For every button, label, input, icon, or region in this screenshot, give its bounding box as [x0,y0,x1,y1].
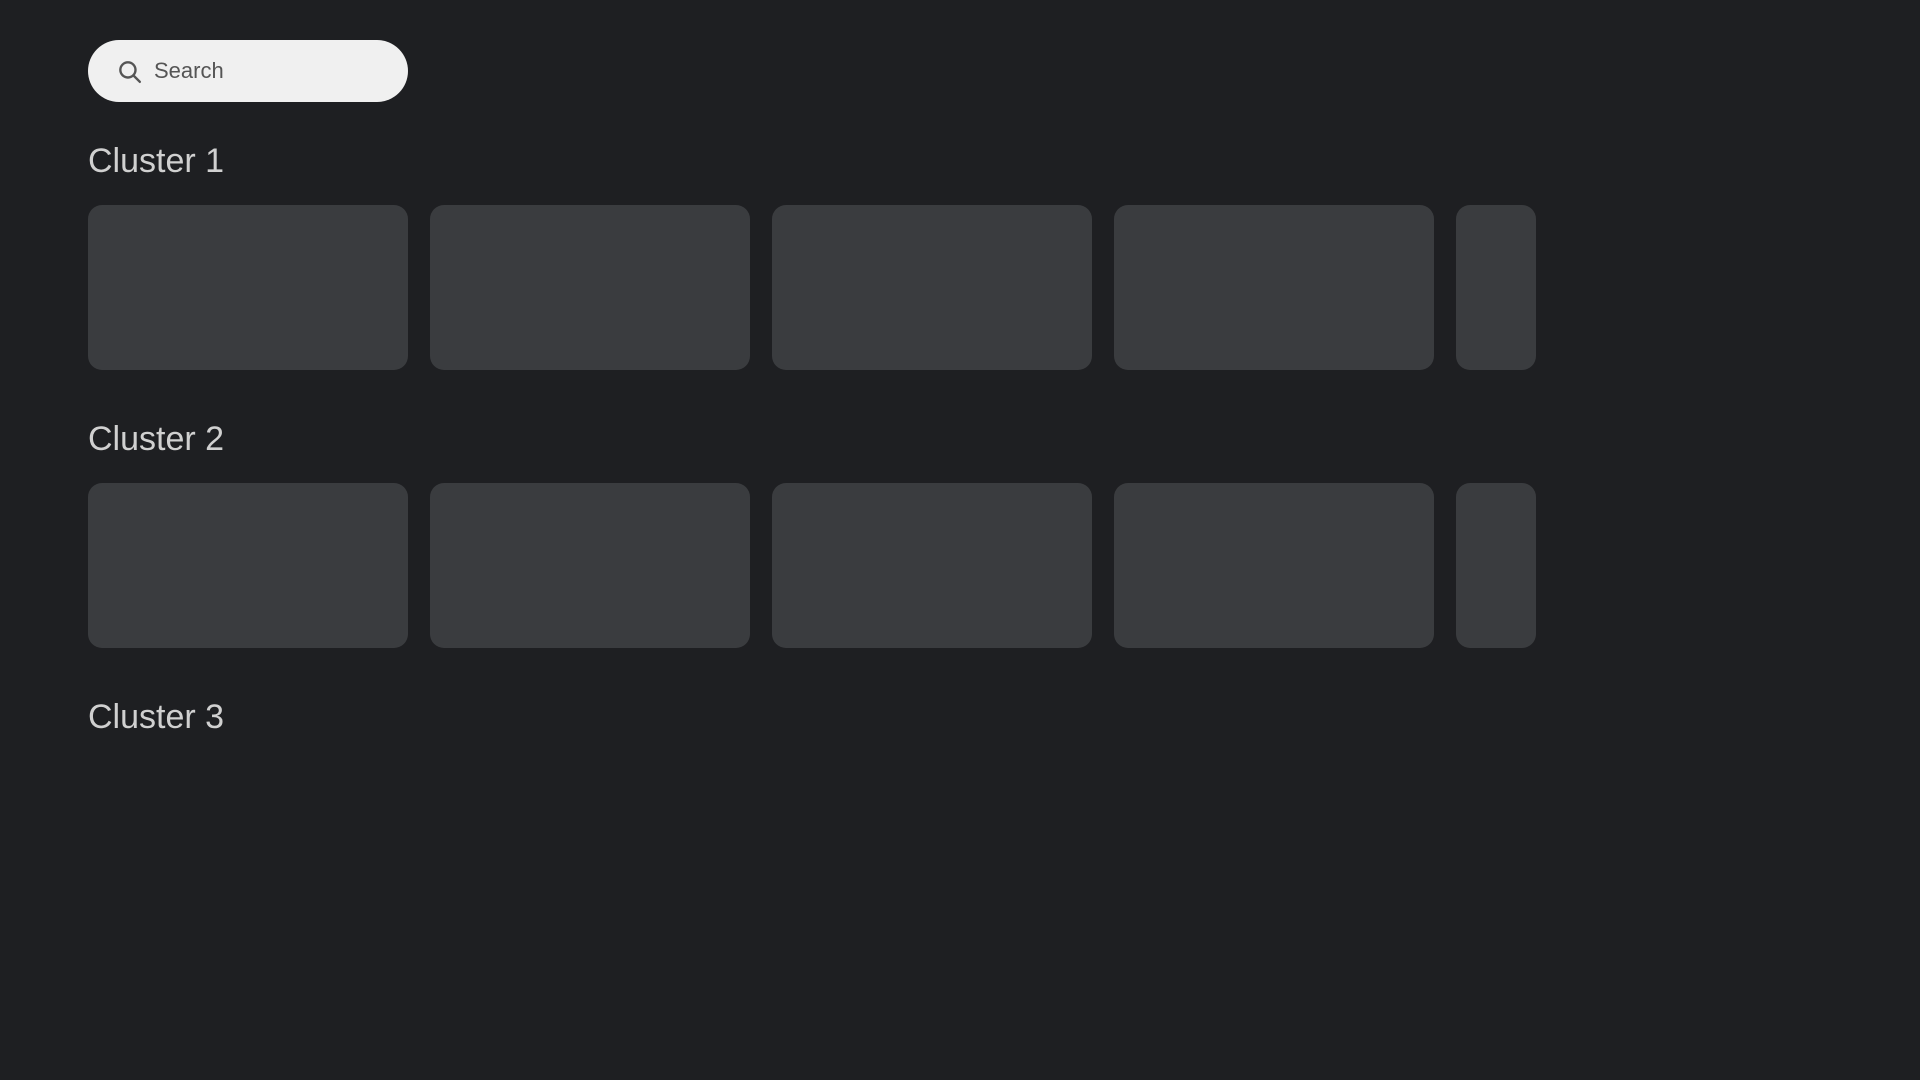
search-bar-wrapper: Search [88,40,1832,102]
cluster-1-card-2[interactable] [430,205,750,370]
cluster-1-card-3[interactable] [772,205,1092,370]
search-bar[interactable]: Search [88,40,408,102]
cluster-2-card-1[interactable] [88,483,408,648]
cluster-2-card-4[interactable] [1114,483,1434,648]
cluster-3-title: Cluster 3 [88,698,1832,737]
page-container: Search Cluster 1 Cluster 2 Cluster 3 [0,0,1920,827]
cluster-2-card-2[interactable] [430,483,750,648]
cluster-2-card-3[interactable] [772,483,1092,648]
cluster-2-section: Cluster 2 [88,420,1832,648]
search-icon [116,58,142,84]
cluster-2-grid [88,483,1832,648]
search-placeholder: Search [154,58,224,84]
cluster-1-card-1[interactable] [88,205,408,370]
cluster-1-title: Cluster 1 [88,142,1832,181]
cluster-1-section: Cluster 1 [88,142,1832,370]
cluster-1-card-4[interactable] [1114,205,1434,370]
cluster-1-grid [88,205,1832,370]
cluster-2-title: Cluster 2 [88,420,1832,459]
cluster-2-card-5-partial[interactable] [1456,483,1536,648]
cluster-3-section: Cluster 3 [88,698,1832,737]
cluster-1-card-5-partial[interactable] [1456,205,1536,370]
